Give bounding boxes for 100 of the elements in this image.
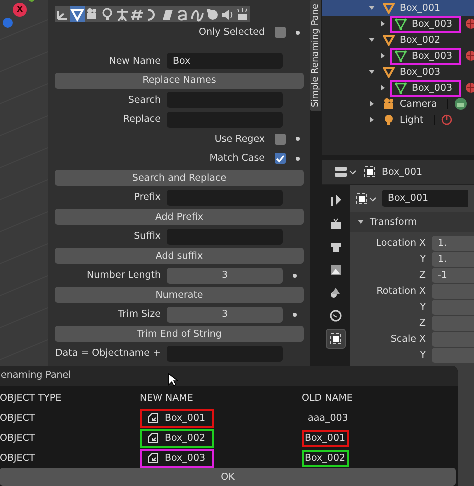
keyframe-dot-icon [296, 156, 300, 161]
action-button[interactable]: Search and Replace [55, 170, 304, 186]
collapsed-arrow-icon[interactable] [369, 117, 375, 123]
collapsed-arrow-icon[interactable] [380, 85, 386, 91]
grid-icon[interactable] [130, 6, 145, 22]
keyframe-dot-icon [293, 274, 297, 278]
outliner-row[interactable]: Box_002 [322, 32, 474, 48]
checkbox[interactable] [275, 27, 286, 38]
action-button[interactable]: Add Prefix [55, 209, 304, 226]
rename-icon [148, 412, 159, 424]
ok-button[interactable]: OK [0, 468, 456, 486]
squiggle-icon[interactable] [190, 6, 205, 22]
expanded-arrow-icon[interactable] [369, 37, 375, 43]
field-label: Replace [122, 114, 162, 126]
checkbox[interactable] [275, 134, 286, 145]
number-field[interactable]: 1. [432, 252, 474, 268]
action-button[interactable]: Trim End of String [55, 326, 304, 342]
action-button[interactable]: Numerate [55, 287, 304, 304]
column-header: OBJECT TYPE [0, 392, 63, 404]
surface-icon[interactable] [160, 6, 175, 22]
number-field[interactable]: -1 [432, 268, 474, 284]
expanded-arrow-icon[interactable] [369, 5, 375, 11]
letter-a-icon[interactable] [175, 6, 190, 22]
camera-icon[interactable] [85, 6, 100, 22]
collapsed-arrow-icon[interactable] [380, 53, 386, 59]
object-name: Camera [400, 98, 438, 110]
action-button[interactable]: Add suffix [55, 248, 304, 264]
object-type-icon[interactable] [356, 192, 378, 204]
editor-type-icon[interactable] [334, 166, 358, 178]
blob-icon[interactable] [205, 6, 220, 22]
expanded-arrow-icon[interactable] [369, 69, 375, 75]
object-name: Box_003 [412, 82, 453, 94]
checkbox-label: Only Selected [198, 27, 266, 38]
field-label: Trim Size [117, 309, 162, 320]
table-cell-text: OBJECT [0, 412, 36, 424]
number-field[interactable]: 3 [167, 306, 283, 323]
checkbox-label: Match Case [208, 153, 266, 164]
checkbox[interactable] [275, 153, 286, 164]
table-cell-text: aaa_003 [307, 412, 350, 426]
triangle-icon [383, 34, 395, 46]
axis-gizmo-drawing[interactable]: X [2, 0, 38, 28]
collapsed-arrow-icon[interactable] [380, 21, 386, 27]
mesh-icon [395, 50, 407, 62]
section-title: Transform [370, 216, 418, 228]
object-name: Box_003 [412, 50, 453, 62]
collapsed-arrow-icon[interactable] [369, 101, 375, 107]
field-label: New Name [108, 56, 162, 67]
outliner-row[interactable]: Box_003 [322, 48, 474, 64]
mesh-icon [395, 18, 407, 30]
figure-icon[interactable] [115, 6, 130, 22]
rename-icon [148, 432, 159, 444]
object-name: Light [400, 114, 424, 126]
property-label: Y [419, 350, 427, 362]
new-name-text: Box_003 [165, 452, 206, 464]
stage-light-icon[interactable] [235, 6, 250, 22]
material-icon [464, 18, 474, 30]
property-label: Z [418, 318, 427, 330]
camera-icon [383, 98, 395, 110]
object-name-field[interactable]: Box_001 [382, 190, 468, 207]
table-cell-text: OBJECT [0, 452, 36, 464]
table-cell: Box_001 [302, 430, 349, 446]
number-field[interactable]: 1. [432, 236, 474, 252]
bulb-icon [383, 114, 395, 126]
outliner-row[interactable]: Camera [322, 96, 474, 112]
material-icon [464, 50, 474, 62]
field-label: Number Length [86, 270, 162, 282]
field-label: Search [127, 94, 162, 106]
outliner-row[interactable]: Box_003 [322, 16, 474, 32]
object-square-icon[interactable] [326, 329, 346, 349]
speaker-icon[interactable] [220, 6, 235, 22]
outliner-row[interactable]: Box_003 [322, 80, 474, 96]
property-label: Y [419, 302, 427, 314]
property-label: Rotation X [376, 286, 427, 298]
column-header: NEW NAME [140, 392, 194, 404]
text-field[interactable]: Box [167, 53, 283, 70]
field-label: Suffix [133, 231, 162, 242]
camera-data-icon [454, 98, 468, 110]
axis-label: X [17, 5, 24, 14]
triangle-icon [383, 66, 395, 78]
axes-icon[interactable] [55, 6, 70, 22]
object-square-icon [364, 166, 376, 178]
number-field[interactable]: 3 [167, 268, 283, 284]
triangle-icon[interactable] [70, 6, 85, 22]
object-name: Box_001 [400, 2, 441, 14]
light-data-icon [440, 114, 453, 126]
property-label: Z [418, 270, 427, 282]
keyframe-dot-icon [296, 137, 300, 142]
action-button[interactable]: Replace Names [55, 72, 304, 89]
sidebar-tab[interactable]: Simple Renaming Pane [310, 0, 321, 112]
curve-icon[interactable] [145, 6, 160, 22]
rename-icon [148, 452, 159, 464]
mouse-cursor-icon [168, 373, 178, 387]
new-name-text: Box_002 [165, 432, 206, 444]
field-label: Data = Objectname + [55, 348, 162, 360]
outliner-row[interactable]: Box_003 [322, 64, 474, 80]
outliner-row[interactable]: Light [322, 112, 474, 128]
property-label: Scale X [390, 334, 427, 346]
column-header: OLD NAME [302, 392, 354, 404]
expanded-arrow-icon[interactable] [358, 219, 364, 225]
outliner-row[interactable]: Box_001 [322, 0, 474, 16]
